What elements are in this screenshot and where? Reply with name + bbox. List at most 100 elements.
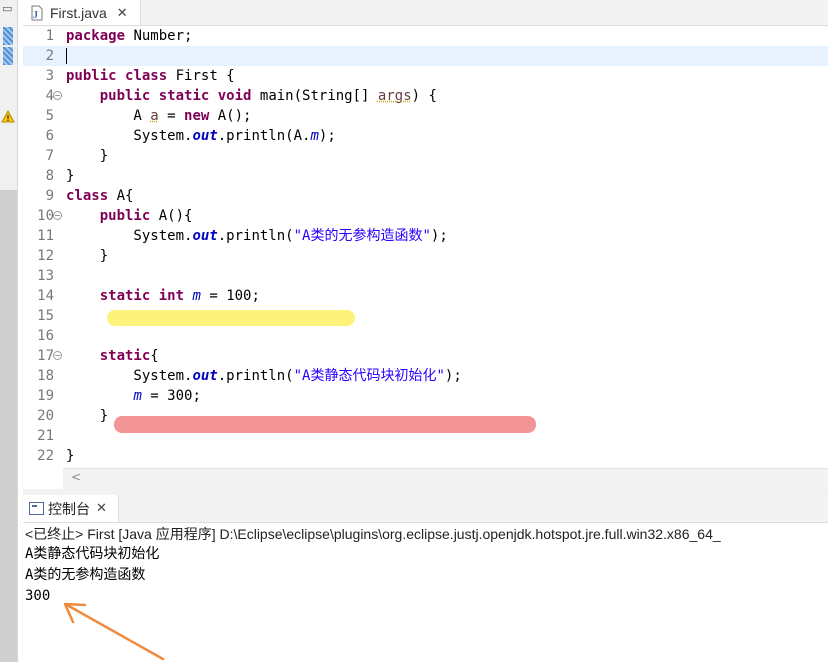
code-token: static xyxy=(158,88,210,104)
window-menu-icon[interactable]: ▭ xyxy=(2,2,12,15)
close-icon[interactable]: ✕ xyxy=(96,501,107,516)
editor-horizontal-scrollbar[interactable]: < xyxy=(63,468,828,489)
code-token: out xyxy=(192,368,218,384)
code-line[interactable]: 16 xyxy=(23,326,828,346)
code-text: m = 300; xyxy=(66,386,201,406)
code-token: .println( xyxy=(217,228,294,244)
code-token: ); xyxy=(444,368,462,384)
code-token: System. xyxy=(66,228,193,244)
code-token: System. xyxy=(66,128,193,144)
code-token: public xyxy=(99,88,151,104)
code-token: class xyxy=(66,188,109,204)
code-token: A xyxy=(66,108,151,124)
line-number: 18 xyxy=(37,368,54,384)
code-line[interactable]: 1 package Number; xyxy=(3,26,828,46)
code-line[interactable]: 10− public A(){ xyxy=(23,206,828,226)
code-line[interactable]: 6 System.out.println(A.m); xyxy=(23,126,828,146)
code-line[interactable]: 12 } xyxy=(23,246,828,266)
line-number: 21 xyxy=(37,428,54,444)
warning-icon[interactable] xyxy=(1,109,15,123)
code-line[interactable]: 19 m = 300; xyxy=(23,386,828,406)
code-token: args xyxy=(377,88,412,104)
line-number: 13 xyxy=(37,268,54,284)
java-file-icon: J xyxy=(29,5,45,21)
code-text: package Number; xyxy=(66,26,192,46)
code-token: main(String[] xyxy=(251,88,378,104)
scroll-left-arrow-icon[interactable]: < xyxy=(71,470,81,484)
code-line[interactable]: 22} xyxy=(23,446,828,466)
code-line[interactable]: 18 System.out.println("A类静态代码块初始化"); xyxy=(23,366,828,386)
code-text: } xyxy=(66,446,74,466)
code-line[interactable]: 8} xyxy=(23,166,828,186)
editor-tab-first-java[interactable]: J First.java ✕ xyxy=(23,0,141,25)
code-token: } xyxy=(66,408,109,424)
code-text: class A{ xyxy=(66,186,133,206)
line-number: 20 xyxy=(37,408,54,424)
code-line[interactable]: 5 A a = new A(); xyxy=(1,106,828,126)
line-number: 2 xyxy=(45,48,54,64)
line-number: 22 xyxy=(37,448,54,464)
change-marker-icon xyxy=(3,27,13,45)
line-number: 19 xyxy=(37,388,54,404)
code-token: { xyxy=(150,348,159,364)
line-number: 17 xyxy=(37,348,54,364)
code-line[interactable]: 9 class A{ xyxy=(23,186,828,206)
code-editor[interactable]: 1 package Number; 2 3 public class First {4−… xyxy=(1,26,828,489)
red-highlight-mark xyxy=(114,416,536,433)
code-token: package xyxy=(66,28,126,44)
change-marker-icon xyxy=(3,47,13,65)
fold-toggle-icon[interactable]: − xyxy=(53,91,62,100)
line-number: 3 xyxy=(45,68,54,84)
code-line[interactable]: 7 } xyxy=(23,146,828,166)
fold-toggle-icon[interactable]: − xyxy=(53,211,62,220)
code-token: ); xyxy=(318,128,336,144)
code-line[interactable]: 14 static int m = 100; xyxy=(23,286,828,306)
code-token: = 300; xyxy=(141,388,201,404)
code-line[interactable]: 2 xyxy=(3,46,828,66)
console-tab[interactable]: 控制台 ✕ xyxy=(23,495,119,522)
code-text: System.out.println(A.m); xyxy=(66,126,336,146)
code-token: out xyxy=(192,128,218,144)
line-number: 8 xyxy=(45,168,54,184)
code-text: System.out.println("A类的无参构造函数"); xyxy=(66,226,447,246)
line-number: 6 xyxy=(45,128,54,144)
text-caret xyxy=(66,48,67,64)
code-token: out xyxy=(192,228,218,244)
close-icon[interactable]: ✕ xyxy=(117,5,128,21)
code-text: } xyxy=(66,246,108,266)
console-icon xyxy=(29,502,44,515)
line-number: 1 xyxy=(45,28,54,44)
line-number: 15 xyxy=(37,308,54,324)
console-tab-label: 控制台 xyxy=(48,501,90,518)
code-line[interactable]: 13 xyxy=(23,266,828,286)
code-line[interactable]: 17− static{ xyxy=(23,346,828,366)
left-side-strip: ▭ ^ xyxy=(0,0,18,662)
code-token: A(){ xyxy=(150,208,193,224)
code-token: int xyxy=(158,288,185,304)
code-line[interactable]: 4− public static void main(String[] args… xyxy=(23,86,828,106)
line-number: 12 xyxy=(37,248,54,264)
code-token: .println( xyxy=(217,368,294,384)
code-token: m xyxy=(310,128,319,144)
code-line[interactable]: 11 System.out.println("A类的无参构造函数"); xyxy=(23,226,828,246)
fold-toggle-icon[interactable]: − xyxy=(53,351,62,360)
line-number: 14 xyxy=(37,288,54,304)
line-number: 10 xyxy=(37,208,54,224)
code-token: public xyxy=(66,68,117,84)
code-token: } xyxy=(66,148,109,164)
code-token: static xyxy=(99,348,151,364)
code-token: void xyxy=(217,88,252,104)
yellow-highlight-mark xyxy=(107,310,355,326)
editor-tab-label: First.java xyxy=(50,4,107,21)
code-text: } xyxy=(66,146,108,166)
code-token: "A类静态代码块初始化" xyxy=(293,368,445,384)
code-text: } xyxy=(66,166,74,186)
code-line[interactable]: 3 public class First { xyxy=(23,66,828,86)
line-number: 7 xyxy=(45,148,54,164)
